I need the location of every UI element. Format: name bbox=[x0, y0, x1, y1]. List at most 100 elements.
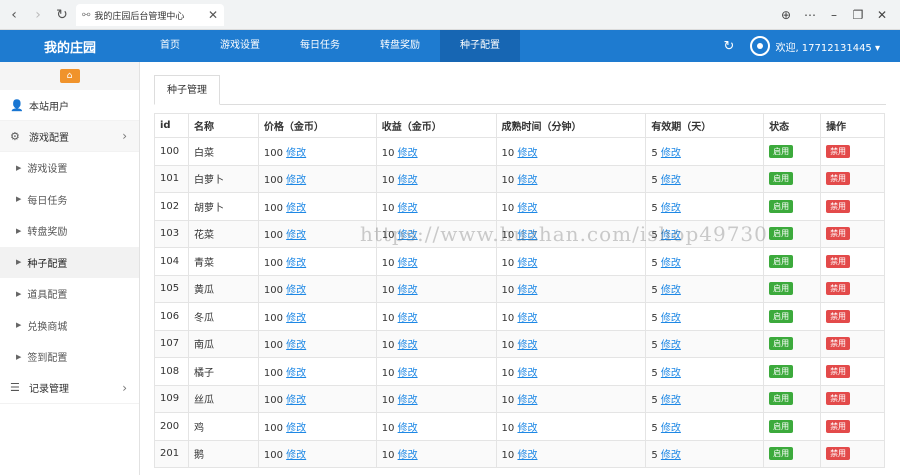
chevron-right-icon: › bbox=[122, 380, 127, 395]
tab-seed-management[interactable]: 种子管理 bbox=[154, 75, 220, 105]
disable-button[interactable]: 禁用 bbox=[826, 172, 851, 186]
nav-seed-config[interactable]: 种子配置 bbox=[440, 30, 520, 62]
browser-tab[interactable]: ⚯ 我的庄园后台管理中心 ✕ bbox=[76, 4, 224, 26]
disable-button[interactable]: 禁用 bbox=[826, 199, 851, 213]
edit-link[interactable]: 修改 bbox=[398, 368, 418, 379]
edit-link[interactable]: 修改 bbox=[398, 230, 418, 241]
nav-daily-tasks[interactable]: 每日任务 bbox=[280, 30, 360, 62]
edit-link[interactable]: 修改 bbox=[398, 258, 418, 269]
edit-link[interactable]: 修改 bbox=[517, 285, 537, 296]
disable-button[interactable]: 禁用 bbox=[826, 227, 851, 241]
edit-link[interactable]: 修改 bbox=[398, 175, 418, 186]
disable-button[interactable]: 禁用 bbox=[826, 254, 851, 268]
sidebar-item-users[interactable]: 👤 本站用户 bbox=[0, 90, 139, 121]
close-window-icon[interactable]: ✕ bbox=[870, 8, 894, 22]
edit-link[interactable]: 修改 bbox=[286, 450, 306, 461]
close-tab-icon[interactable]: ✕ bbox=[208, 8, 218, 22]
forward-icon[interactable]: › bbox=[28, 5, 48, 25]
nav-wheel-rewards[interactable]: 转盘奖励 bbox=[360, 30, 440, 62]
disable-button[interactable]: 禁用 bbox=[826, 392, 851, 406]
nav-game-settings[interactable]: 游戏设置 bbox=[200, 30, 280, 62]
disable-button[interactable]: 禁用 bbox=[826, 337, 851, 351]
sidebar-subitem[interactable]: ▶ 转盘奖励 bbox=[0, 215, 139, 247]
edit-link[interactable]: 修改 bbox=[398, 450, 418, 461]
edit-link[interactable]: 修改 bbox=[286, 258, 306, 269]
disable-button[interactable]: 禁用 bbox=[826, 447, 851, 461]
edit-link[interactable]: 修改 bbox=[661, 285, 681, 296]
edit-link[interactable]: 修改 bbox=[517, 175, 537, 186]
edit-link[interactable]: 修改 bbox=[398, 395, 418, 406]
caret-right-icon: ▶ bbox=[16, 195, 22, 204]
edit-link[interactable]: 修改 bbox=[398, 313, 418, 324]
cell-price: 100 bbox=[263, 312, 283, 324]
edit-link[interactable]: 修改 bbox=[398, 148, 418, 159]
edit-link[interactable]: 修改 bbox=[286, 395, 306, 406]
edit-link[interactable]: 修改 bbox=[661, 258, 681, 269]
edit-link[interactable]: 修改 bbox=[517, 423, 537, 434]
minimize-icon[interactable]: – bbox=[822, 8, 846, 22]
edit-link[interactable]: 修改 bbox=[517, 340, 537, 351]
sidebar-item-records[interactable]: ☰ 记录管理 › bbox=[0, 373, 139, 404]
edit-link[interactable]: 修改 bbox=[286, 175, 306, 186]
disable-button[interactable]: 禁用 bbox=[826, 309, 851, 323]
caret-right-icon: ▶ bbox=[16, 163, 22, 172]
edit-link[interactable]: 修改 bbox=[286, 340, 306, 351]
disable-button[interactable]: 禁用 bbox=[826, 282, 851, 296]
nav-home[interactable]: 首页 bbox=[140, 30, 200, 62]
restore-icon[interactable]: ❐ bbox=[846, 8, 870, 22]
edit-link[interactable]: 修改 bbox=[661, 450, 681, 461]
sidebar-subitem[interactable]: ▶ 签到配置 bbox=[0, 341, 139, 373]
cell-price: 100 bbox=[263, 285, 283, 297]
edit-link[interactable]: 修改 bbox=[286, 148, 306, 159]
sidebar-item-game-config[interactable]: ⚙ 游戏配置 › bbox=[0, 121, 139, 152]
edit-link[interactable]: 修改 bbox=[517, 368, 537, 379]
globe-icon[interactable]: ⊕ bbox=[774, 8, 798, 22]
table-cell: 100 修改 bbox=[257, 302, 377, 331]
edit-link[interactable]: 修改 bbox=[398, 203, 418, 214]
edit-link[interactable]: 修改 bbox=[661, 148, 681, 159]
edit-link[interactable]: 修改 bbox=[398, 423, 418, 434]
edit-link[interactable]: 修改 bbox=[661, 203, 681, 214]
edit-link[interactable]: 修改 bbox=[517, 313, 537, 324]
reload-icon[interactable]: ↻ bbox=[52, 5, 72, 25]
edit-link[interactable]: 修改 bbox=[286, 313, 306, 324]
edit-link[interactable]: 修改 bbox=[398, 340, 418, 351]
table-cell: 5 修改 bbox=[645, 274, 765, 303]
sidebar-subitem[interactable]: ▶ 兑换商城 bbox=[0, 310, 139, 342]
edit-link[interactable]: 修改 bbox=[661, 313, 681, 324]
edit-link[interactable]: 修改 bbox=[286, 368, 306, 379]
edit-link[interactable]: 修改 bbox=[661, 340, 681, 351]
disable-button[interactable]: 禁用 bbox=[826, 364, 851, 378]
edit-link[interactable]: 修改 bbox=[286, 203, 306, 214]
disable-button[interactable]: 禁用 bbox=[826, 144, 851, 158]
home-icon[interactable]: ⌂ bbox=[59, 69, 80, 83]
sidebar-subitem[interactable]: ▶ 道具配置 bbox=[0, 278, 139, 310]
sidebar-subitem[interactable]: ▶ 游戏设置 bbox=[0, 152, 139, 184]
edit-link[interactable]: 修改 bbox=[517, 203, 537, 214]
edit-link[interactable]: 修改 bbox=[517, 148, 537, 159]
edit-link[interactable]: 修改 bbox=[398, 285, 418, 296]
edit-link[interactable]: 修改 bbox=[517, 450, 537, 461]
avatar[interactable] bbox=[750, 36, 771, 56]
edit-link[interactable]: 修改 bbox=[286, 230, 306, 241]
edit-link[interactable]: 修改 bbox=[286, 423, 306, 434]
caret-right-icon: ▶ bbox=[16, 352, 22, 361]
edit-link[interactable]: 修改 bbox=[661, 175, 681, 186]
sidebar-subitem[interactable]: ▶ 种子配置 bbox=[0, 246, 139, 278]
back-icon[interactable]: ‹ bbox=[4, 5, 24, 25]
sidebar-subitem[interactable]: ▶ 每日任务 bbox=[0, 184, 139, 216]
edit-link[interactable]: 修改 bbox=[517, 230, 537, 241]
edit-link[interactable]: 修改 bbox=[661, 230, 681, 241]
brand-title[interactable]: 我的庄园 bbox=[0, 37, 140, 56]
refresh-icon[interactable]: ↻ bbox=[724, 39, 735, 54]
edit-link[interactable]: 修改 bbox=[661, 368, 681, 379]
edit-link[interactable]: 修改 bbox=[517, 395, 537, 406]
edit-link[interactable]: 修改 bbox=[661, 395, 681, 406]
cell-valid: 5 bbox=[651, 367, 658, 379]
edit-link[interactable]: 修改 bbox=[286, 285, 306, 296]
edit-link[interactable]: 修改 bbox=[661, 423, 681, 434]
more-icon[interactable]: ⋯ bbox=[798, 8, 822, 22]
user-menu[interactable]: 欢迎, 17712131445 ▾ bbox=[775, 39, 880, 54]
edit-link[interactable]: 修改 bbox=[517, 258, 537, 269]
disable-button[interactable]: 禁用 bbox=[826, 419, 851, 433]
